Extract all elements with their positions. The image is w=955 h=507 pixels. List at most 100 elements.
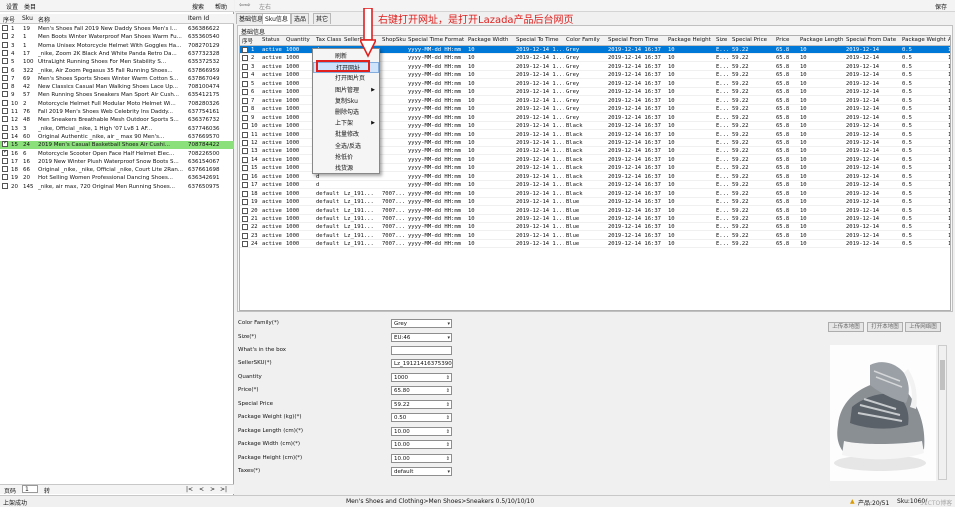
row-checkbox[interactable] <box>2 41 8 48</box>
row-checkbox[interactable] <box>2 33 8 40</box>
menu-search[interactable]: 搜索 <box>192 2 204 11</box>
form-dropdown[interactable]: default ▾ <box>391 467 452 476</box>
grid-row-checkbox[interactable] <box>242 89 248 96</box>
form-input[interactable]: 1000 ⇕ <box>391 373 452 382</box>
form-dropdown[interactable]: EU:46 ▾ <box>391 333 452 342</box>
grid-row[interactable]: 23 active 1000 default Lz_191... 7007... yyyy-… <box>240 232 950 240</box>
image-scrollbar[interactable] <box>938 345 947 480</box>
grid-row-checkbox[interactable] <box>242 97 248 104</box>
form-input[interactable]: Lz_19121416375390_1 <box>391 359 453 368</box>
context-menu-item[interactable]: 复制Sku <box>313 96 379 107</box>
row-checkbox[interactable] <box>2 157 8 164</box>
grid-row-checkbox[interactable] <box>242 224 248 231</box>
form-input[interactable]: 65.80 ⇕ <box>391 386 452 395</box>
form-input[interactable]: 59.22 ⇕ <box>391 400 452 409</box>
grid-row[interactable]: 19 active 1000 default Lz_191... 7007... yyyy-… <box>240 198 950 207</box>
form-input[interactable] <box>391 346 452 355</box>
row-checkbox[interactable] <box>2 141 8 148</box>
row-checkbox[interactable] <box>2 49 8 56</box>
grid-col-header[interactable]: Color Family <box>566 37 606 43</box>
grid-row-checkbox[interactable] <box>242 190 248 197</box>
menu-help[interactable]: 帮助 <box>215 2 227 11</box>
context-menu-item[interactable]: 图片管理 ▶ <box>313 85 379 96</box>
grid-row-checkbox[interactable] <box>242 207 248 214</box>
grid-row-checkbox[interactable] <box>242 241 248 248</box>
grid-row-checkbox[interactable] <box>242 182 248 189</box>
grid-row-checkbox[interactable] <box>242 216 248 222</box>
grid-col-header[interactable]: Size <box>716 37 730 43</box>
grid-row-checkbox[interactable] <box>242 232 248 239</box>
grid-col-header[interactable]: ShopSku <box>382 37 406 43</box>
grid-row-checkbox[interactable] <box>242 148 248 155</box>
context-menu-item[interactable]: 找货源 <box>313 163 379 174</box>
grid-col-header[interactable]: Package Weight <box>902 37 946 43</box>
context-menu-item[interactable]: 全选/反选 <box>313 141 379 152</box>
row-checkbox[interactable] <box>2 58 8 65</box>
grid-col-header[interactable]: Tax Class <box>316 37 342 43</box>
grid-row-checkbox[interactable] <box>242 114 248 121</box>
col-item-id[interactable]: Item Id <box>188 15 209 22</box>
list-item[interactable]: 14 60 Original Authentic _nike, air _ max … <box>0 132 234 141</box>
row-checkbox[interactable] <box>2 66 8 73</box>
grid-row-checkbox[interactable] <box>242 55 248 62</box>
grid-row-checkbox[interactable] <box>242 63 248 70</box>
spinner-icon[interactable]: ⇕ <box>446 414 450 421</box>
context-menu-item[interactable]: 抢低价 <box>313 152 379 163</box>
grid-row-checkbox[interactable] <box>242 131 248 138</box>
tab-selection[interactable]: 选品 <box>291 13 310 24</box>
list-item[interactable]: 19 20 Hot Selling Women Professional Danci… <box>0 174 234 182</box>
grid-col-header[interactable]: Special To Time <box>516 37 564 43</box>
chevron-down-icon[interactable]: ▾ <box>447 320 450 327</box>
col-sku[interactable]: Sku <box>22 15 33 22</box>
grid-col-header[interactable]: Special Time Format <box>408 37 466 43</box>
row-checkbox[interactable] <box>2 166 8 173</box>
list-item[interactable]: 17 16 2019 New Winter Plush Waterproof Sno… <box>0 157 234 166</box>
row-checkbox[interactable] <box>2 99 8 106</box>
grid-row-checkbox[interactable] <box>242 123 248 130</box>
grid-row-checkbox[interactable] <box>242 165 248 172</box>
go-button[interactable]: 转 <box>44 486 50 495</box>
list-item[interactable]: 7 69 Men's Shoes Sports Shoes Winter Warm … <box>0 74 234 83</box>
grid-col-header[interactable]: Package Length <box>800 37 844 43</box>
spinner-icon[interactable]: ⇕ <box>446 374 450 381</box>
context-menu-item[interactable]: 上下架 ▶ <box>313 118 379 129</box>
grid-row-checkbox[interactable] <box>242 106 248 113</box>
col-index[interactable]: 序号 <box>3 15 15 24</box>
row-checkbox[interactable] <box>2 91 8 98</box>
grid-row[interactable]: 24 active 1000 default Lz_191... 7007... yyyy-… <box>240 240 950 249</box>
row-checkbox[interactable] <box>2 182 8 189</box>
product-image[interactable] <box>830 345 936 481</box>
spinner-icon[interactable]: ⇕ <box>446 387 450 394</box>
upload-local-image-button[interactable]: 上传本地图 <box>828 322 864 332</box>
save-button[interactable]: 保存 <box>935 2 947 11</box>
grid-row-checkbox[interactable] <box>242 173 248 180</box>
list-item[interactable]: 6 322 _nike, Air Zoom Pegasus 35 Fall Runn… <box>0 66 234 75</box>
menu-category[interactable]: 类目 <box>24 2 36 11</box>
list-item[interactable]: 8 42 New Classics Casual Man Walking Shoes… <box>0 83 234 91</box>
list-item[interactable]: 10 2 Motorcycle Helmet Full Modular Moto H… <box>0 99 234 108</box>
grid-col-header[interactable]: Special From Date <box>846 37 900 43</box>
row-checkbox[interactable] <box>2 108 8 114</box>
nav-arrows-icon[interactable]: ⇦⇨ <box>239 1 251 9</box>
menu-settings[interactable]: 设置 <box>6 2 18 11</box>
grid-row[interactable]: 17 active 1000 d yyyy-MM-dd HH:mm 10 2019-12-1… <box>240 181 950 190</box>
grid-col-header[interactable]: Special Price <box>732 37 774 43</box>
list-item[interactable]: 2 1 Men Boots Winter Waterproof Man Shoes … <box>0 33 234 41</box>
grid-row-checkbox[interactable] <box>242 199 248 206</box>
list-item[interactable]: 5 100 UltraLight Running Shoes For Men Sta… <box>0 58 234 66</box>
row-checkbox[interactable] <box>2 124 8 131</box>
list-item[interactable]: 13 3 _nike, Official _nike, 1 High '07 Lv8… <box>0 124 234 133</box>
row-checkbox[interactable] <box>2 83 8 90</box>
tab-sku-info[interactable]: Sku信息 <box>262 13 291 24</box>
chevron-down-icon[interactable]: ▾ <box>447 334 450 341</box>
last-page-button[interactable]: >| <box>220 486 227 493</box>
grid-col-header[interactable]: 序号 <box>242 37 260 45</box>
grid-col-header[interactable]: Status <box>262 37 284 43</box>
spinner-icon[interactable]: ⇕ <box>446 401 450 408</box>
context-menu-item[interactable]: 批量修改 <box>313 129 379 140</box>
row-checkbox[interactable] <box>2 174 8 181</box>
col-name[interactable]: 名称 <box>38 15 50 24</box>
grid-col-header[interactable]: Special From Time <box>608 37 666 43</box>
grid-row[interactable]: 20 active 1000 default Lz_191... 7007... yyyy-… <box>240 207 950 215</box>
form-input[interactable]: 10.00 ⇕ <box>391 427 452 436</box>
